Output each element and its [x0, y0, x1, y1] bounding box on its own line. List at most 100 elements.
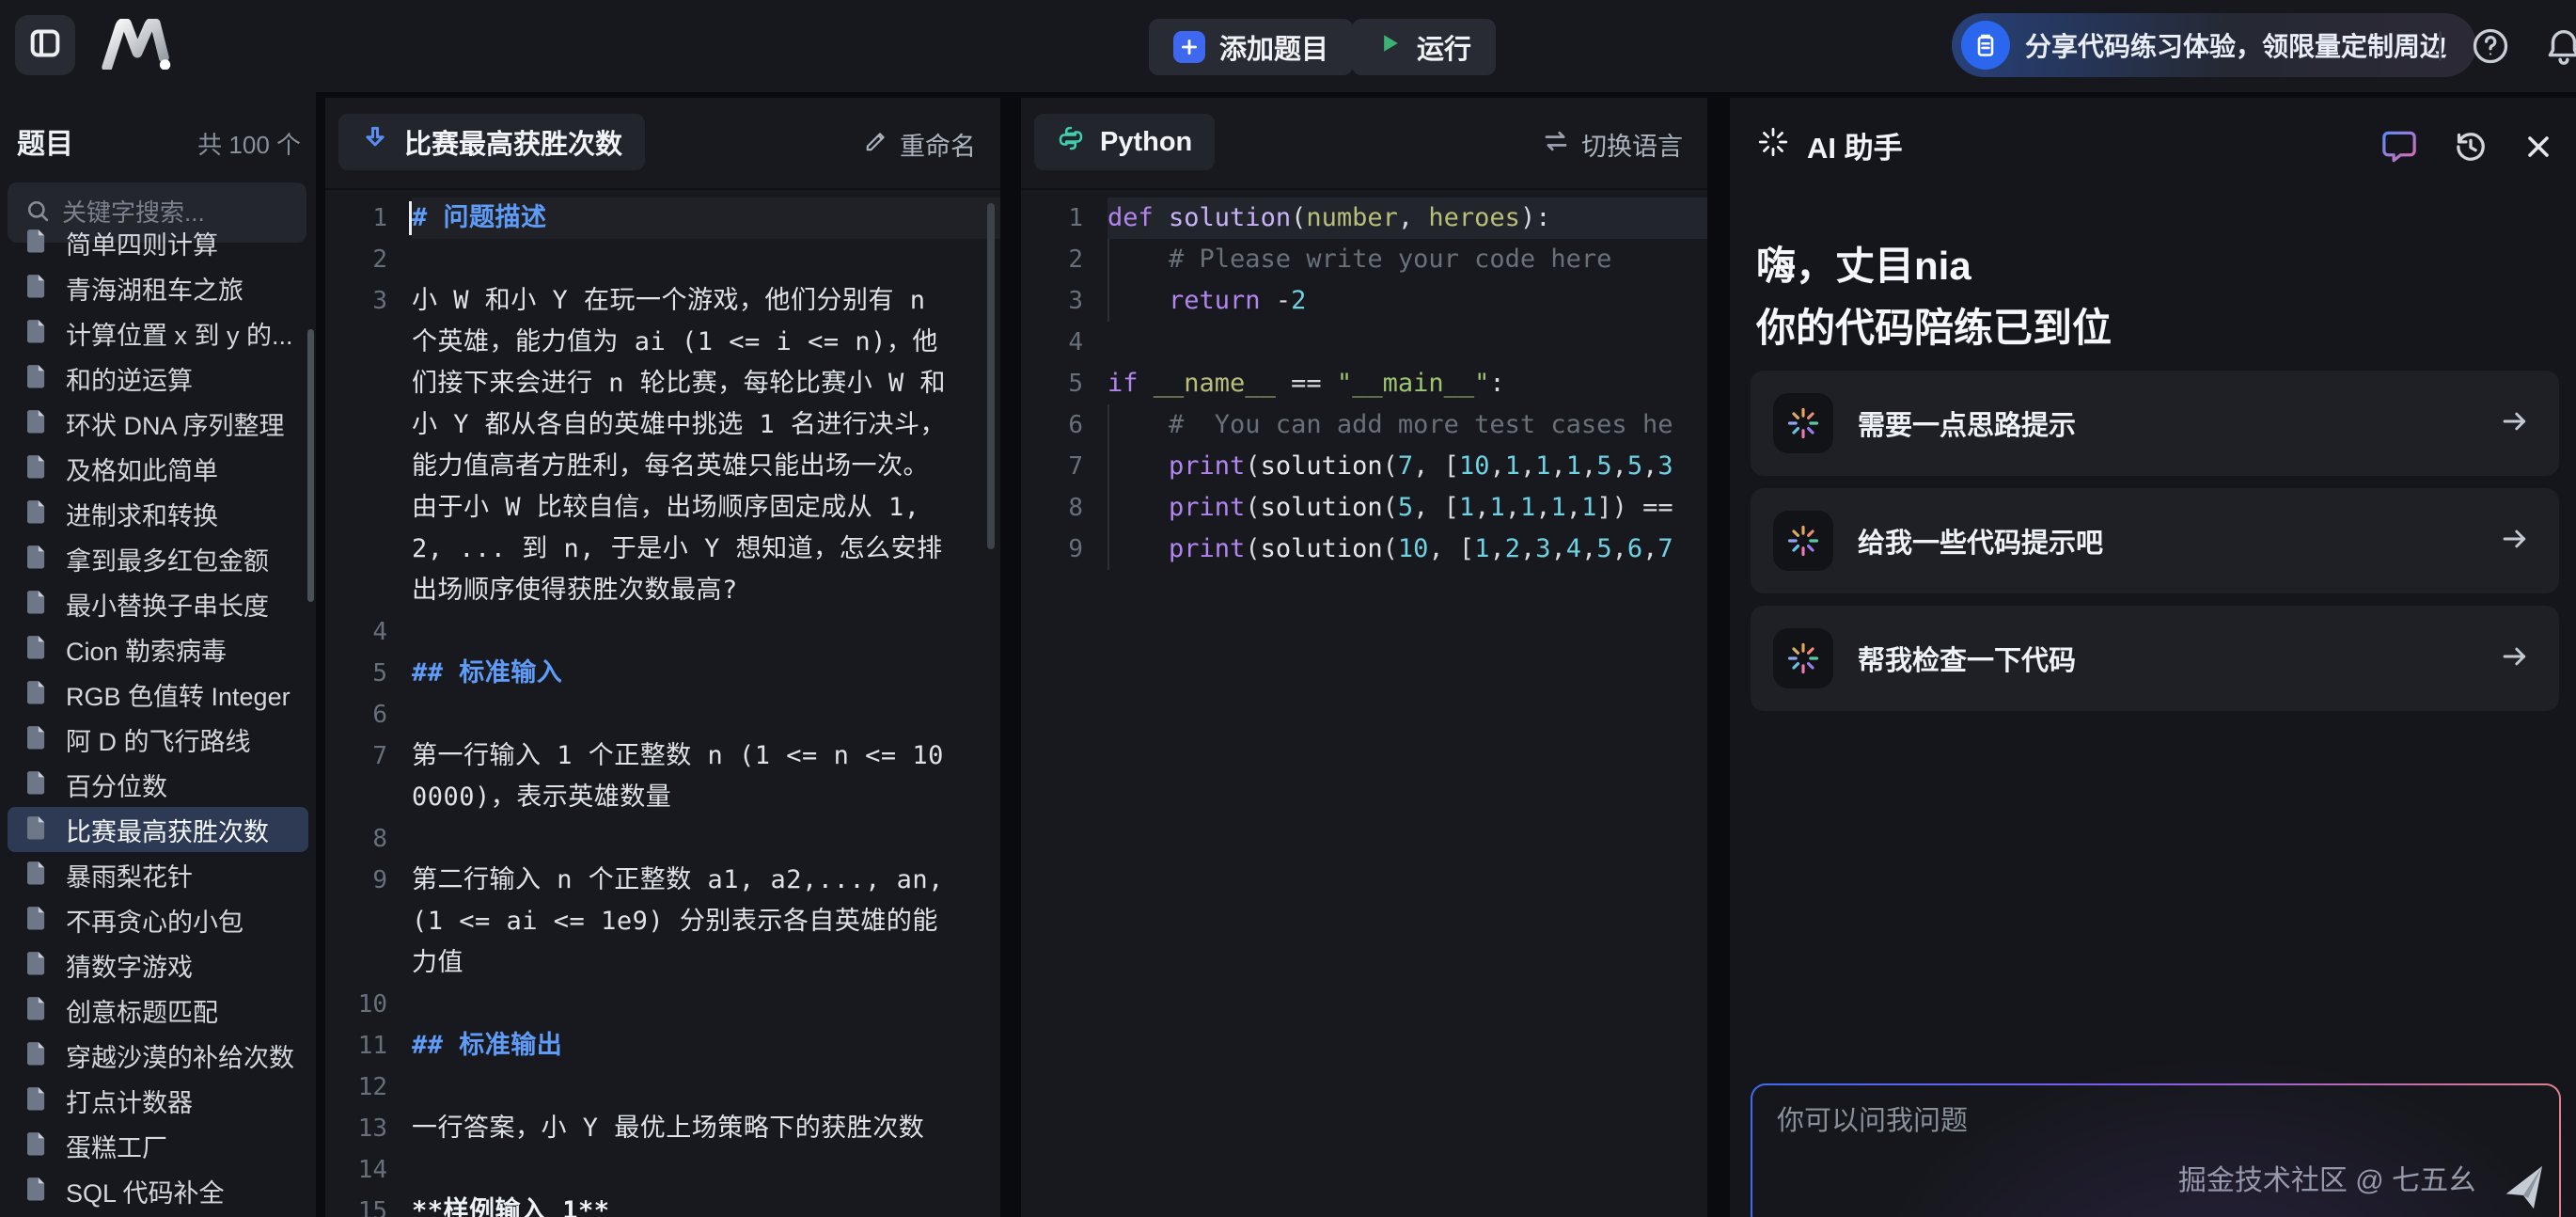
description-line-text[interactable]: 一行答案，小 Y 最优上场策略下的获胜次数: [412, 1108, 1000, 1149]
code-line-text[interactable]: print(solution(5, [1,1,1,1,1]) ==: [1107, 487, 1707, 529]
sidebar-item[interactable]: 创意标题匹配: [8, 988, 308, 1033]
code-line-text[interactable]: def solution(number, heroes):: [1107, 198, 1707, 239]
sidebar-scrollbar[interactable]: [307, 329, 314, 602]
description-line-text[interactable]: [412, 1067, 1000, 1108]
code-line-text[interactable]: print(solution(7, [10,1,1,1,5,5,3: [1107, 446, 1707, 487]
switch-language-button[interactable]: 切换语言: [1542, 98, 1683, 190]
notification-bell-icon[interactable]: [2542, 24, 2576, 68]
sidebar-item[interactable]: 比赛最高获胜次数: [8, 807, 308, 852]
line-number: 5: [1021, 363, 1107, 404]
description-line-text[interactable]: 第一行输入 1 个正整数 n (1 <= n <= 100000)，表示英雄数量: [412, 735, 1000, 818]
ai-suggestion-card[interactable]: 帮我检查一下代码: [1751, 606, 2559, 711]
code-line[interactable]: 9 print(solution(10, [1,2,3,4,5,6,7: [1021, 529, 1707, 570]
code-line-text[interactable]: [1107, 322, 1707, 363]
sidebar-item[interactable]: 穿越沙漠的补给次数: [8, 1033, 308, 1078]
description-line-text[interactable]: ## 标准输出: [412, 1025, 1000, 1067]
description-line-text[interactable]: [412, 239, 1000, 280]
sidebar-item[interactable]: RGB 色值转 Integer: [8, 672, 308, 717]
sidebar-item[interactable]: 简单四则计算: [8, 220, 308, 265]
description-line-text[interactable]: [412, 611, 1000, 653]
description-line[interactable]: 5## 标准输入: [325, 653, 1000, 694]
sidebar-item[interactable]: 阿 D 的飞行路线: [8, 717, 308, 762]
description-line[interactable]: 3小 W 和小 Y 在玩一个游戏，他们分别有 n 个英雄，能力值为 ai (1 …: [325, 280, 1000, 611]
description-line[interactable]: 10: [325, 984, 1000, 1025]
code-line[interactable]: 8 print(solution(5, [1,1,1,1,1]) ==: [1021, 487, 1707, 529]
description-line[interactable]: 11## 标准输出: [325, 1025, 1000, 1067]
description-line-text[interactable]: [412, 984, 1000, 1025]
description-line-text[interactable]: [412, 818, 1000, 860]
code-line[interactable]: 2 # Please write your code here: [1021, 239, 1707, 280]
code-line-text[interactable]: print(solution(10, [1,2,3,4,5,6,7: [1107, 529, 1707, 570]
ai-suggestion-card[interactable]: 给我一些代码提示吧: [1751, 488, 2559, 593]
code-line[interactable]: 7 print(solution(7, [10,1,1,1,5,5,3: [1021, 446, 1707, 487]
description-line-text[interactable]: 第二行输入 n 个正整数 a1, a2,..., an, (1 <= ai <=…: [412, 860, 1000, 984]
sidebar-item[interactable]: 百分位数: [8, 762, 308, 807]
description-line-text[interactable]: ## 标准输入: [412, 653, 1000, 694]
description-line[interactable]: 4: [325, 611, 1000, 653]
file-icon: [23, 633, 51, 666]
close-icon[interactable]: [2521, 130, 2555, 164]
promo-banner[interactable]: 分享代码练习体验，领限量定制周边: [1952, 13, 2476, 77]
app-logo[interactable]: [98, 19, 177, 73]
description-line-text[interactable]: 小 W 和小 Y 在玩一个游戏，他们分别有 n 个英雄，能力值为 ai (1 <…: [412, 280, 1000, 611]
sidebar-item[interactable]: 最小替换子串长度: [8, 581, 308, 626]
code-line-text[interactable]: if __name__ == "__main__":: [1107, 363, 1707, 404]
new-chat-icon[interactable]: [2379, 126, 2420, 167]
sidebar-item[interactable]: 拿到最多红包金额: [8, 536, 308, 581]
description-line-text[interactable]: [412, 694, 1000, 735]
description-line[interactable]: 7第一行输入 1 个正整数 n (1 <= n <= 100000)，表示英雄数…: [325, 735, 1000, 818]
code-line[interactable]: 3 return -2: [1021, 280, 1707, 322]
description-line[interactable]: 1# 问题描述: [325, 198, 1000, 239]
sidebar-item[interactable]: 计算位置 x 到 y 的...: [8, 310, 308, 356]
sidebar-item[interactable]: 蛋糕工厂: [8, 1123, 308, 1168]
description-line[interactable]: 2: [325, 239, 1000, 280]
send-plane-icon[interactable]: [2494, 1159, 2556, 1217]
file-icon: [23, 1175, 51, 1208]
description-line[interactable]: 15**样例输入 1**: [325, 1191, 1000, 1217]
ai-suggestion-card[interactable]: 需要一点思路提示: [1751, 371, 2559, 476]
run-button[interactable]: 运行: [1352, 19, 1496, 75]
description-line[interactable]: 13一行答案，小 Y 最优上场策略下的获胜次数: [325, 1108, 1000, 1149]
ai-question-input[interactable]: [1777, 1106, 2303, 1137]
description-line-text[interactable]: # 问题描述: [412, 198, 1000, 239]
sidebar-item[interactable]: 及格如此简单: [8, 446, 308, 491]
sidebar-item[interactable]: SQL 代码补全: [8, 1168, 308, 1213]
sidebar-item[interactable]: Cion 勒索病毒: [8, 626, 308, 672]
code-line[interactable]: 5if __name__ == "__main__":: [1021, 363, 1707, 404]
sidebar-item[interactable]: 和的逆运算: [8, 356, 308, 401]
sidebar-item[interactable]: 打点计数器: [8, 1078, 308, 1123]
description-line-text[interactable]: **样例输入 1**: [412, 1191, 1000, 1217]
code-line[interactable]: 1def solution(number, heroes):: [1021, 198, 1707, 239]
sidebar-item[interactable]: 暴雨梨花针: [8, 852, 308, 897]
language-chip[interactable]: Python: [1034, 114, 1215, 170]
help-icon[interactable]: [2469, 24, 2512, 68]
code-line-text[interactable]: return -2: [1107, 280, 1707, 322]
description-body[interactable]: 1# 问题描述23小 W 和小 Y 在玩一个游戏，他们分别有 n 个英雄，能力值…: [325, 192, 1000, 1217]
description-line-text[interactable]: [412, 1149, 1000, 1191]
problem-title-chip[interactable]: 比赛最高获胜次数: [338, 114, 645, 170]
sidebar-item[interactable]: 进制求和转换: [8, 491, 308, 536]
code-line[interactable]: 6 # You can add more test cases he: [1021, 404, 1707, 446]
play-icon: [1376, 30, 1403, 64]
code-line-text[interactable]: # You can add more test cases he: [1107, 404, 1707, 446]
sidebar-item[interactable]: 猜数字游戏: [8, 942, 308, 988]
sidebar-item[interactable]: 环状 DNA 序列整理: [8, 401, 308, 446]
sidebar-item-label: 计算位置 x 到 y 的...: [66, 315, 293, 352]
sidebar-item[interactable]: 不再贪心的小包: [8, 897, 308, 942]
history-icon[interactable]: [2450, 126, 2491, 167]
add-problem-button[interactable]: 添加题目: [1149, 19, 1353, 75]
code-line-text[interactable]: # Please write your code here: [1107, 239, 1707, 280]
rename-button[interactable]: 重命名: [864, 98, 976, 190]
code-line[interactable]: 4: [1021, 322, 1707, 363]
description-line[interactable]: 12: [325, 1067, 1000, 1108]
description-scrollbar[interactable]: [987, 203, 995, 549]
sidebar-item[interactable]: 青海湖租车之旅: [8, 265, 308, 310]
switch-language-label: 切换语言: [1581, 126, 1683, 163]
description-line[interactable]: 6: [325, 694, 1000, 735]
description-line[interactable]: 9第二行输入 n 个正整数 a1, a2,..., an, (1 <= ai <…: [325, 860, 1000, 984]
sidebar-toggle-button[interactable]: [15, 15, 75, 75]
code-body[interactable]: 1def solution(number, heroes):2 # Please…: [1021, 192, 1707, 1217]
description-line[interactable]: 14: [325, 1149, 1000, 1191]
description-line[interactable]: 8: [325, 818, 1000, 860]
ai-input-box[interactable]: 掘金技术社区 @ 七五幺: [1751, 1083, 2561, 1217]
